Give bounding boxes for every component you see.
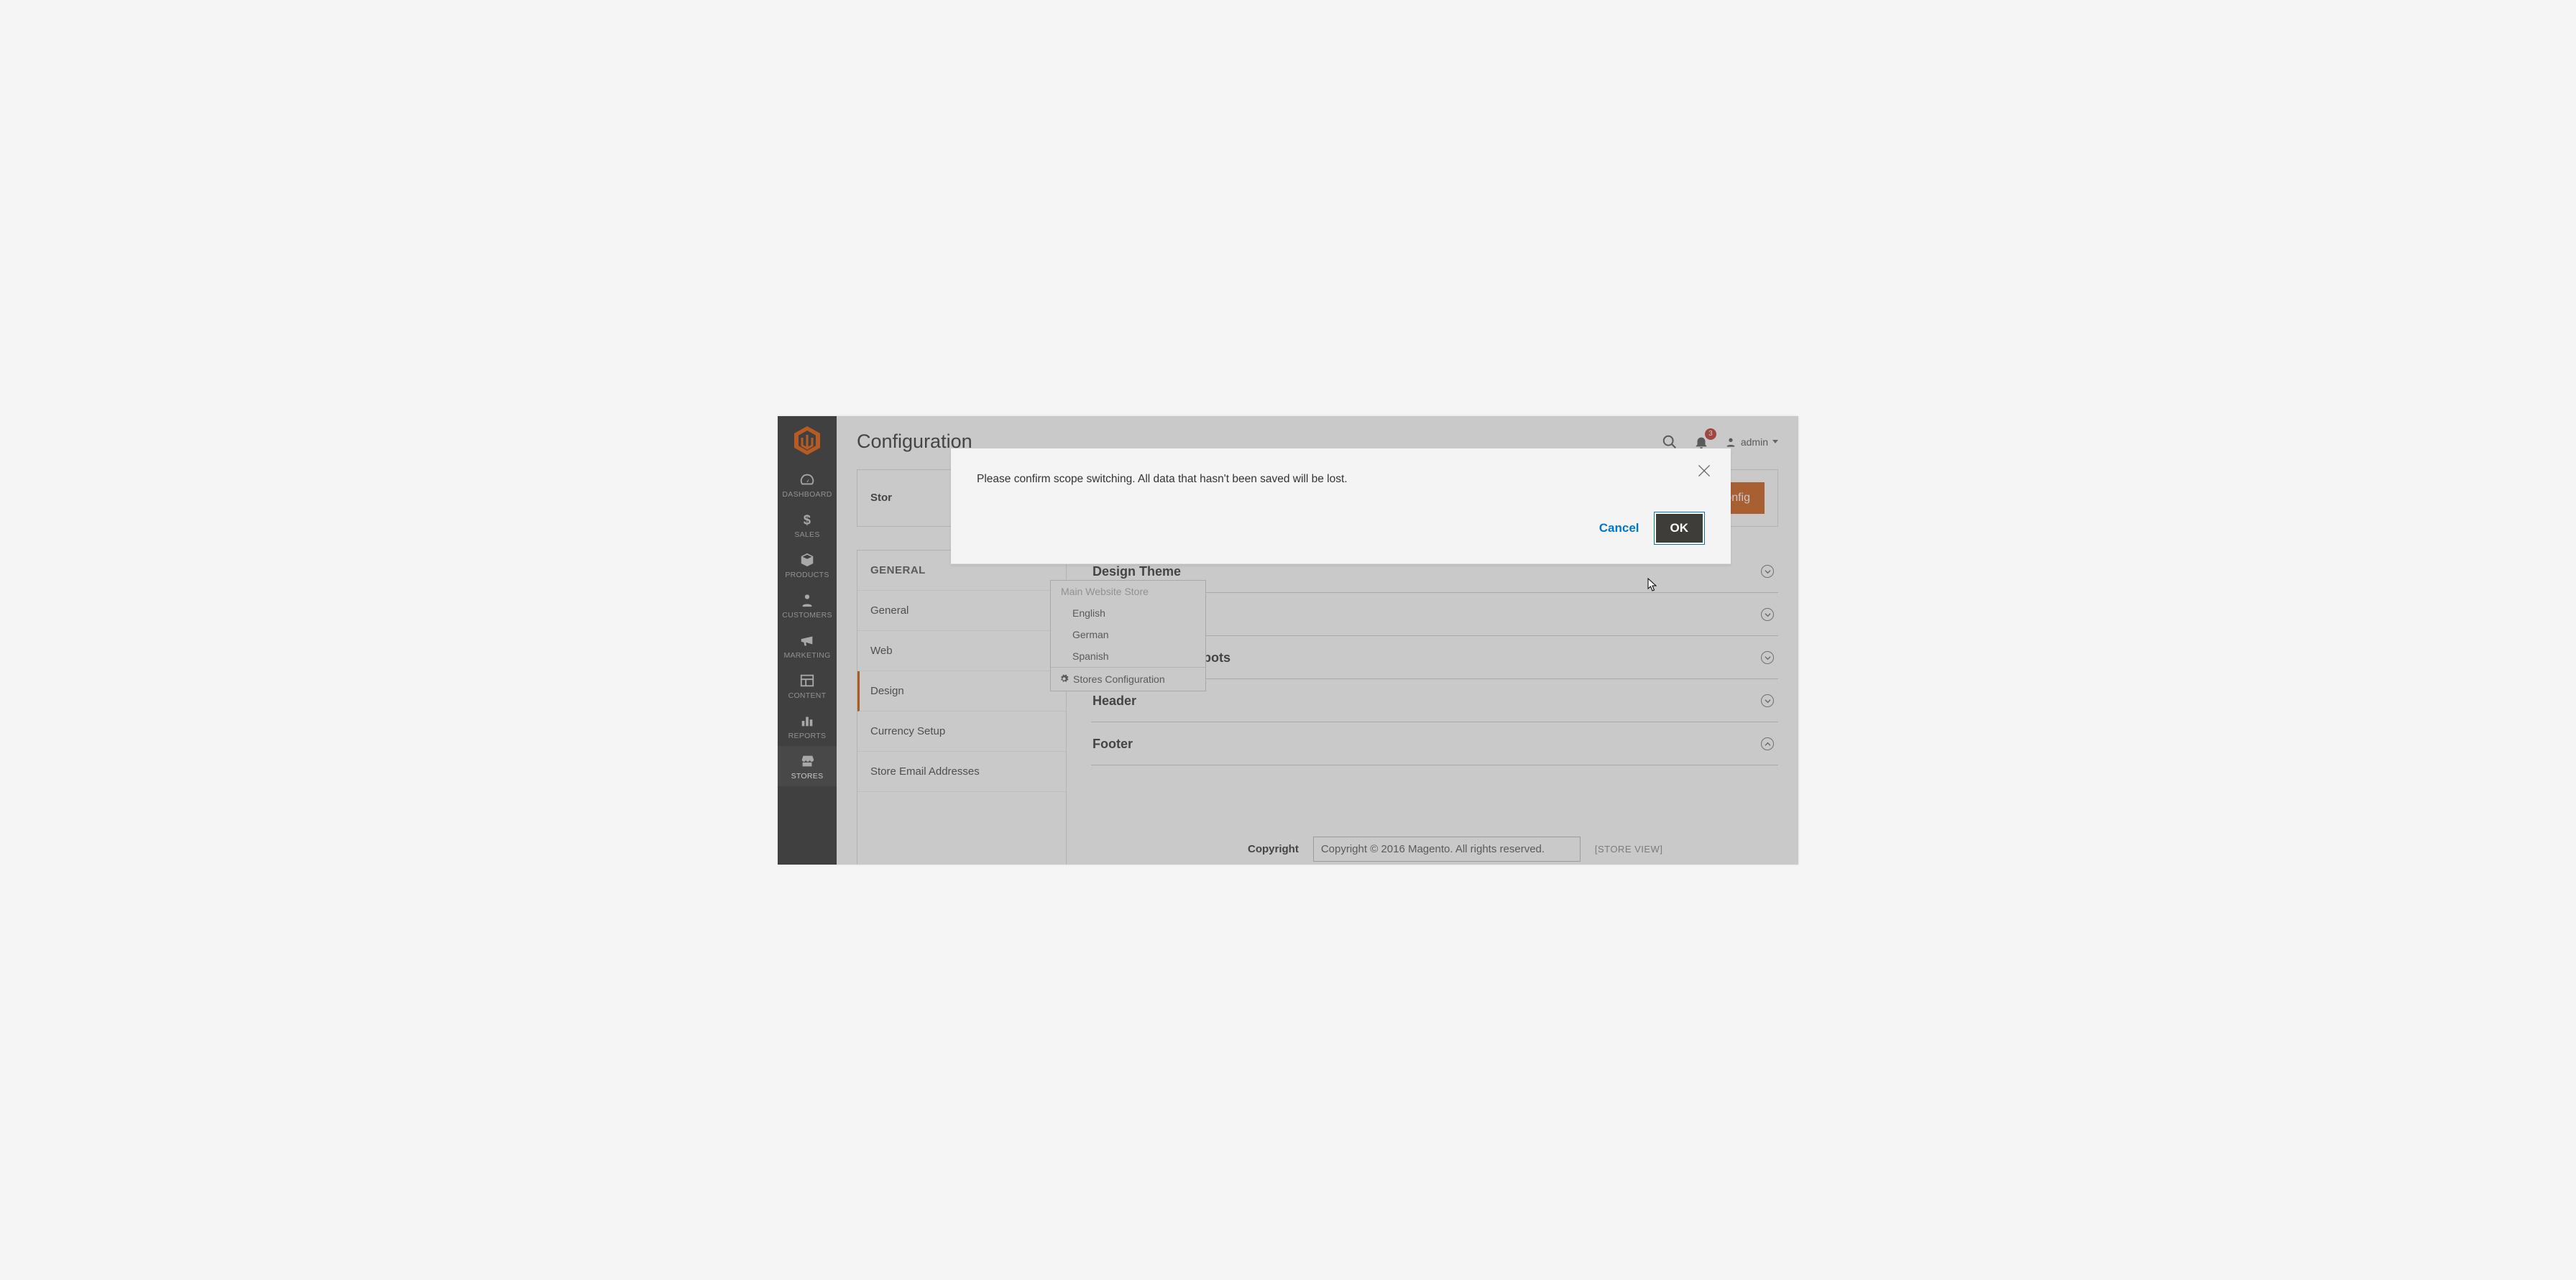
cancel-button[interactable]: Cancel xyxy=(1599,521,1639,535)
modal-close-button[interactable] xyxy=(1695,461,1714,484)
modal-message: Please confirm scope switching. All data… xyxy=(977,473,1705,486)
close-icon xyxy=(1695,461,1714,480)
modal-actions: Cancel OK xyxy=(977,512,1705,545)
ok-button[interactable]: OK xyxy=(1654,512,1706,545)
app-frame: DASHBOARD $ SALES PRODUCTS CUSTOMERS MAR… xyxy=(778,416,1798,865)
confirm-scope-modal: Please confirm scope switching. All data… xyxy=(951,448,1731,564)
